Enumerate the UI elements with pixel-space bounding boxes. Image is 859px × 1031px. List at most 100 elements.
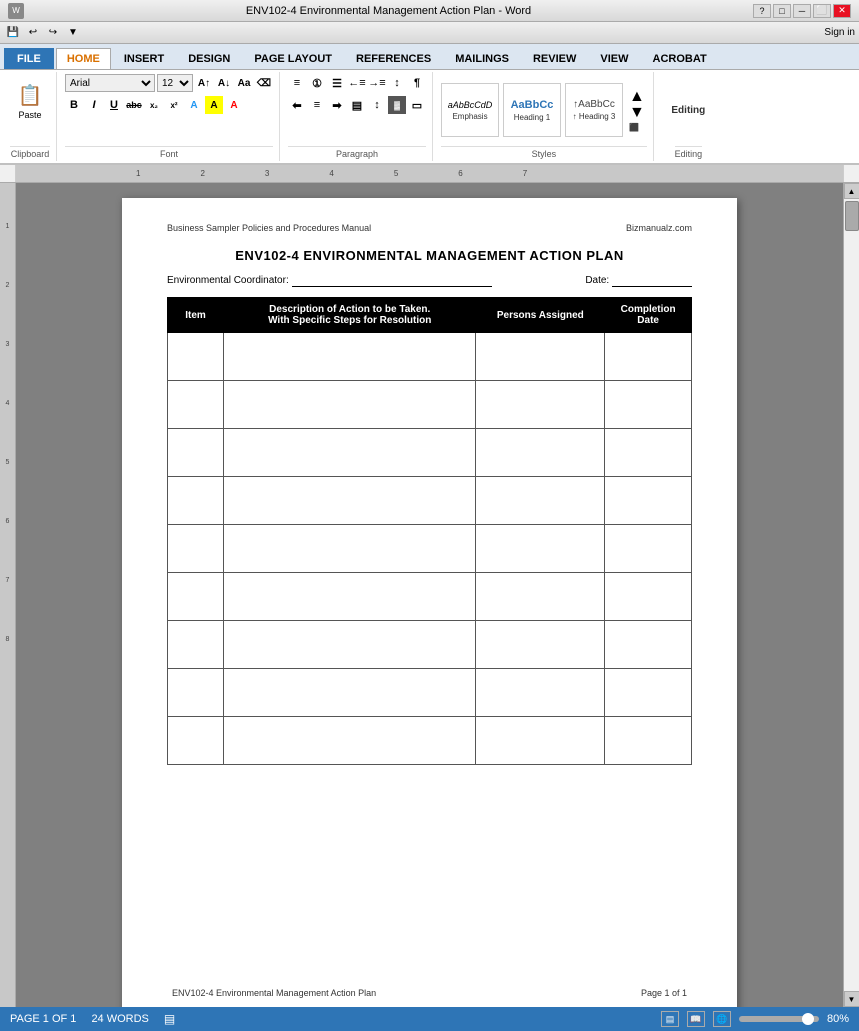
footer-right: Page 1 of 1 (641, 988, 687, 998)
restore-button[interactable]: □ (773, 4, 791, 18)
strikethrough-button[interactable]: abc (125, 96, 143, 114)
bold-button[interactable]: B (65, 96, 83, 114)
style-emphasis[interactable]: aAbBcCdD Emphasis (441, 83, 499, 137)
paste-button[interactable]: 📋 Paste (10, 74, 50, 128)
styles-more-button[interactable]: ▲ ▼ ⬛ (627, 87, 647, 134)
save-quick-button[interactable]: 💾 (4, 24, 22, 42)
layout-icon[interactable]: ▤ (164, 1012, 175, 1026)
desc-cell[interactable] (224, 333, 476, 381)
view-read-button[interactable]: 📖 (687, 1011, 705, 1027)
completion-cell[interactable] (605, 717, 692, 765)
style-heading3[interactable]: ↑AaBbCc ↑ Heading 3 (565, 83, 623, 137)
clear-format-button[interactable]: ⌫ (255, 74, 273, 92)
shading-button[interactable]: ▓ (388, 96, 406, 114)
paragraph-label: Paragraph (288, 146, 426, 159)
tab-insert[interactable]: INSERT (113, 48, 175, 69)
numbering-button[interactable]: ① (308, 74, 326, 92)
minimize-button[interactable]: ─ (793, 4, 811, 18)
tab-mailings[interactable]: MAILINGS (444, 48, 520, 69)
underline-button[interactable]: U (105, 96, 123, 114)
persons-cell[interactable] (476, 621, 605, 669)
help-button[interactable]: ? (753, 4, 771, 18)
show-marks-button[interactable]: ¶ (408, 74, 426, 92)
increase-indent-button[interactable]: →≡ (368, 74, 386, 92)
desc-cell[interactable] (224, 669, 476, 717)
tab-view[interactable]: VIEW (589, 48, 639, 69)
font-case-button[interactable]: Aa (235, 74, 253, 92)
scroll-down-button[interactable]: ▼ (844, 991, 859, 1007)
line-spacing-button[interactable]: ↕ (368, 96, 386, 114)
persons-cell[interactable] (476, 333, 605, 381)
persons-cell[interactable] (476, 429, 605, 477)
desc-cell[interactable] (224, 429, 476, 477)
vertical-ruler: 1 2 3 4 5 6 7 8 (0, 183, 16, 1007)
persons-cell[interactable] (476, 573, 605, 621)
font-name-select[interactable]: Arial (65, 74, 155, 92)
document-page[interactable]: Business Sampler Policies and Procedures… (122, 198, 737, 1007)
border-button[interactable]: ▭ (408, 96, 426, 114)
tab-acrobat[interactable]: ACROBAT (642, 48, 718, 69)
scroll-thumb[interactable] (845, 201, 859, 231)
completion-cell[interactable] (605, 525, 692, 573)
coordinator-field[interactable] (292, 275, 492, 287)
completion-cell[interactable] (605, 621, 692, 669)
view-normal-button[interactable]: ▤ (661, 1011, 679, 1027)
tab-references[interactable]: REFERENCES (345, 48, 442, 69)
view-web-button[interactable]: 🌐 (713, 1011, 731, 1027)
desc-cell[interactable] (224, 477, 476, 525)
date-field[interactable] (612, 275, 692, 287)
page-footer: ENV102-4 Environmental Management Action… (172, 988, 687, 998)
persons-cell[interactable] (476, 717, 605, 765)
decrease-indent-button[interactable]: ←≡ (348, 74, 366, 92)
completion-cell[interactable] (605, 429, 692, 477)
tab-page-layout[interactable]: PAGE LAYOUT (243, 48, 343, 69)
font-label: Font (65, 146, 273, 159)
completion-cell[interactable] (605, 669, 692, 717)
highlight-button[interactable]: A (205, 96, 223, 114)
persons-cell[interactable] (476, 381, 605, 429)
style-heading1[interactable]: AaBbCc Heading 1 (503, 83, 561, 137)
align-right-button[interactable]: ➡ (328, 96, 346, 114)
font-color-button[interactable]: A (225, 96, 243, 114)
zoom-thumb[interactable] (802, 1013, 814, 1025)
redo-quick-button[interactable]: ↪ (44, 24, 62, 42)
tab-review[interactable]: REVIEW (522, 48, 587, 69)
completion-cell[interactable] (605, 477, 692, 525)
align-center-button[interactable]: ≡ (308, 96, 326, 114)
grow-font-button[interactable]: A↑ (195, 74, 213, 92)
text-effect-button[interactable]: A (185, 96, 203, 114)
completion-cell[interactable] (605, 573, 692, 621)
desc-cell[interactable] (224, 381, 476, 429)
close-button[interactable]: ✕ (833, 4, 851, 18)
completion-cell[interactable] (605, 333, 692, 381)
shrink-font-button[interactable]: A↓ (215, 74, 233, 92)
persons-cell[interactable] (476, 669, 605, 717)
desc-cell[interactable] (224, 573, 476, 621)
multilevel-button[interactable]: ☰ (328, 74, 346, 92)
italic-button[interactable]: I (85, 96, 103, 114)
persons-cell[interactable] (476, 477, 605, 525)
scroll-up-button[interactable]: ▲ (844, 183, 859, 199)
quick-access-more[interactable]: ▼ (64, 24, 82, 42)
col-persons: Persons Assigned (476, 298, 605, 333)
tab-home[interactable]: HOME (56, 48, 111, 69)
justify-button[interactable]: ▤ (348, 96, 366, 114)
sort-button[interactable]: ↕ (388, 74, 406, 92)
undo-quick-button[interactable]: ↩ (24, 24, 42, 42)
subscript-button[interactable]: x₂ (145, 96, 163, 114)
maximize-button[interactable]: ⬜ (813, 4, 831, 18)
persons-cell[interactable] (476, 525, 605, 573)
superscript-button[interactable]: x² (165, 96, 183, 114)
desc-cell[interactable] (224, 621, 476, 669)
desc-cell[interactable] (224, 525, 476, 573)
align-left-button[interactable]: ⬅ (288, 96, 306, 114)
sign-in-link[interactable]: Sign in (824, 27, 855, 38)
font-size-select[interactable]: 12 (157, 74, 193, 92)
zoom-slider[interactable] (739, 1016, 819, 1022)
bullets-button[interactable]: ≡ (288, 74, 306, 92)
completion-cell[interactable] (605, 381, 692, 429)
scrollbar-vertical[interactable]: ▲ ▼ (843, 183, 859, 1007)
tab-design[interactable]: DESIGN (177, 48, 241, 69)
desc-cell[interactable] (224, 717, 476, 765)
tab-file[interactable]: FILE (4, 48, 54, 69)
